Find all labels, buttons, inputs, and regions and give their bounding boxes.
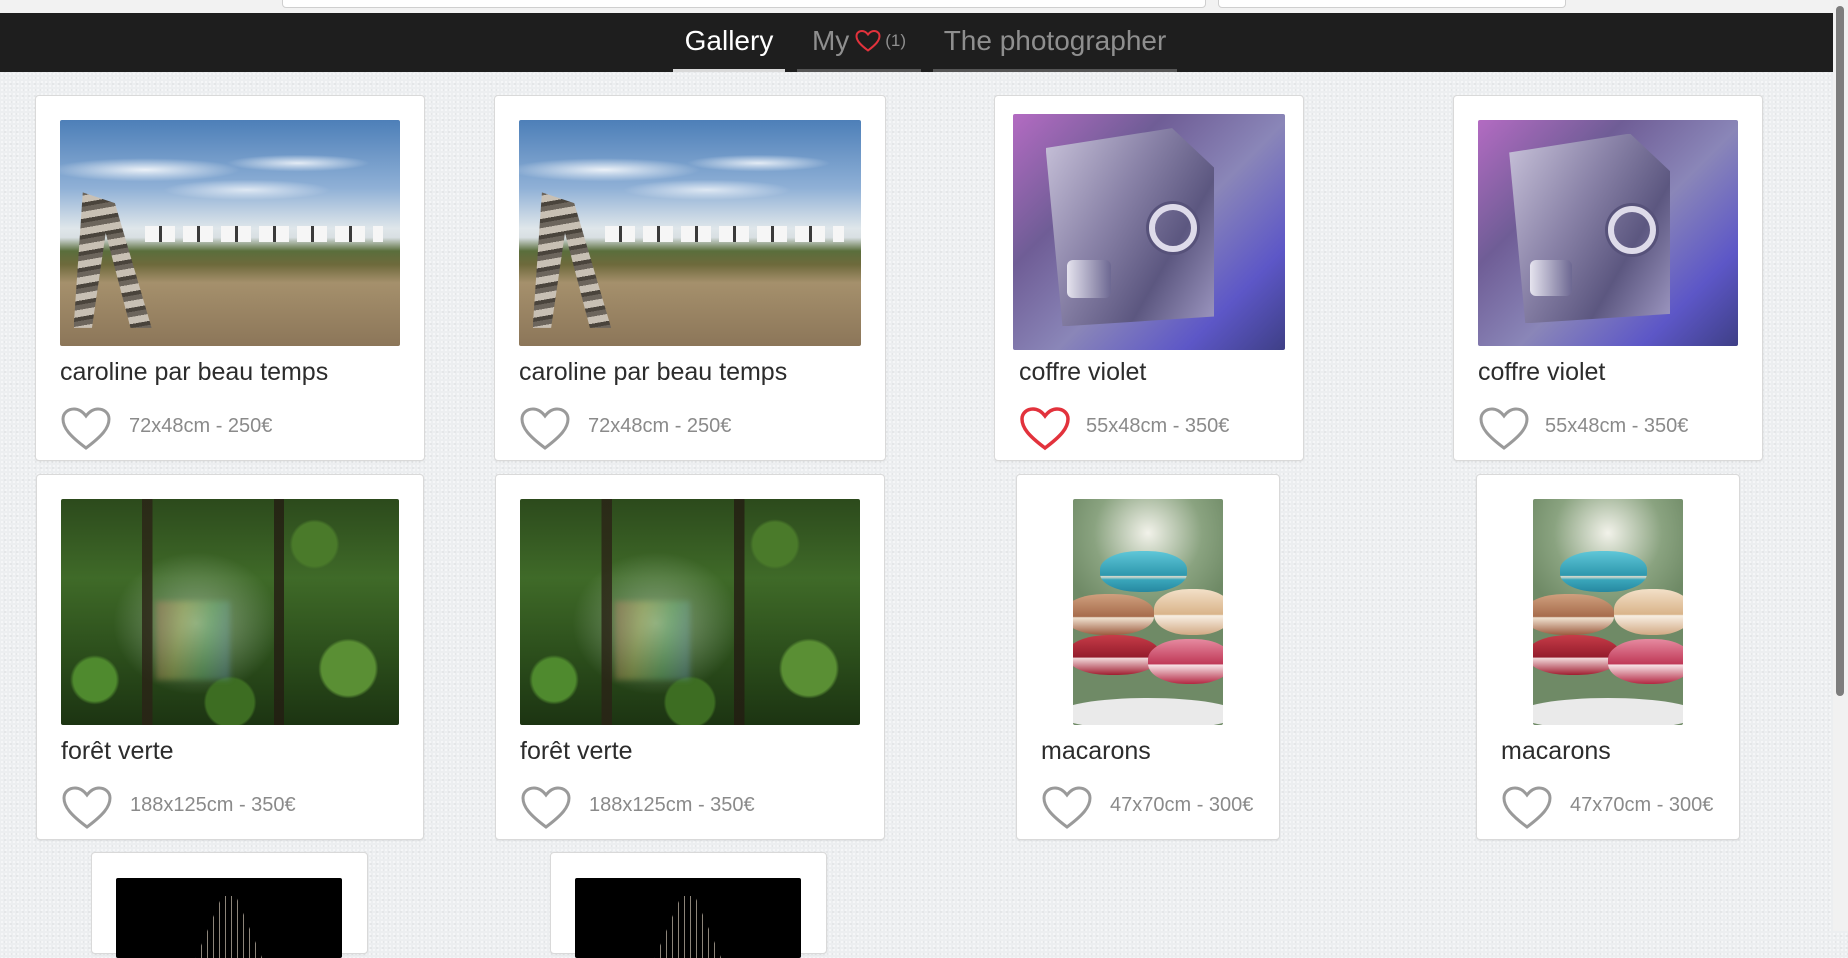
tab-photographer[interactable]: The photographer	[933, 13, 1177, 72]
photo-card[interactable]	[550, 852, 827, 958]
photo-thumbnail[interactable]	[61, 499, 399, 725]
card-size-price: 47x70cm - 300€	[1570, 794, 1714, 816]
photo-thumbnail[interactable]	[116, 878, 342, 958]
card-title: caroline par beau temps	[519, 358, 788, 386]
photo-thumbnail[interactable]	[1478, 120, 1738, 346]
card-title: coffre violet	[1478, 358, 1606, 386]
nav-bar: Gallery My (1) The photographer	[0, 13, 1833, 72]
heart-icon[interactable]	[1478, 406, 1530, 452]
photo-card[interactable]: caroline par beau temps 72x48cm - 250€	[494, 95, 886, 461]
photo-card[interactable]: coffre violet 55x48cm - 350€	[1453, 95, 1763, 461]
photo-card[interactable]: caroline par beau temps 72x48cm - 250€	[35, 95, 425, 461]
card-title: caroline par beau temps	[60, 358, 329, 386]
top-toolbar-strip	[0, 0, 1833, 13]
photo-card[interactable]: macarons 47x70cm - 300€	[1016, 474, 1280, 840]
heart-icon[interactable]	[1501, 785, 1553, 831]
heart-icon[interactable]	[60, 406, 112, 452]
heart-icon[interactable]	[519, 406, 571, 452]
photo-thumbnail[interactable]	[520, 499, 860, 725]
card-size-price: 72x48cm - 250€	[588, 415, 732, 437]
card-title: forêt verte	[61, 737, 174, 765]
photo-card[interactable]: macarons 47x70cm - 300€	[1476, 474, 1740, 840]
favorites-count: (1)	[885, 31, 907, 50]
card-size-price: 188x125cm - 350€	[589, 794, 755, 816]
filter-select[interactable]	[1218, 0, 1566, 8]
heart-icon[interactable]	[1041, 785, 1093, 831]
card-size-price: 72x48cm - 250€	[129, 415, 273, 437]
photo-thumbnail[interactable]	[1073, 499, 1223, 725]
tab-gallery[interactable]: Gallery	[673, 13, 785, 72]
photo-thumbnail[interactable]	[1533, 499, 1683, 725]
tab-photographer-label: The photographer	[943, 25, 1167, 56]
card-size-price: 55x48cm - 350€	[1545, 415, 1689, 437]
vertical-scrollbar[interactable]	[1833, 0, 1848, 931]
photo-card[interactable]	[91, 852, 368, 958]
card-title: macarons	[1041, 737, 1151, 765]
card-title: forêt verte	[520, 737, 633, 765]
card-title: macarons	[1501, 737, 1611, 765]
tab-gallery-label: Gallery	[684, 25, 774, 56]
photo-thumbnail[interactable]	[519, 120, 861, 346]
card-title: coffre violet	[1019, 358, 1147, 386]
card-size-price: 188x125cm - 350€	[130, 794, 296, 816]
card-size-price: 47x70cm - 300€	[1110, 794, 1254, 816]
scrollbar-thumb[interactable]	[1836, 6, 1844, 696]
search-input[interactable]	[282, 0, 1206, 8]
photo-thumbnail[interactable]	[575, 878, 801, 958]
photo-card[interactable]: forêt verte 188x125cm - 350€	[36, 474, 424, 840]
heart-icon[interactable]	[520, 785, 572, 831]
heart-filled-outline-icon[interactable]	[1019, 406, 1071, 452]
photo-thumbnail[interactable]	[1013, 114, 1285, 350]
photo-card[interactable]: coffre violet 55x48cm - 350€	[994, 95, 1304, 461]
card-size-price: 55x48cm - 350€	[1086, 415, 1230, 437]
heart-icon	[855, 29, 881, 52]
photo-card[interactable]: forêt verte 188x125cm - 350€	[495, 474, 885, 840]
tab-my-favorites[interactable]: My (1)	[797, 13, 921, 72]
photo-thumbnail[interactable]	[60, 120, 400, 346]
tab-my-label: My	[811, 25, 850, 56]
heart-icon[interactable]	[61, 785, 113, 831]
